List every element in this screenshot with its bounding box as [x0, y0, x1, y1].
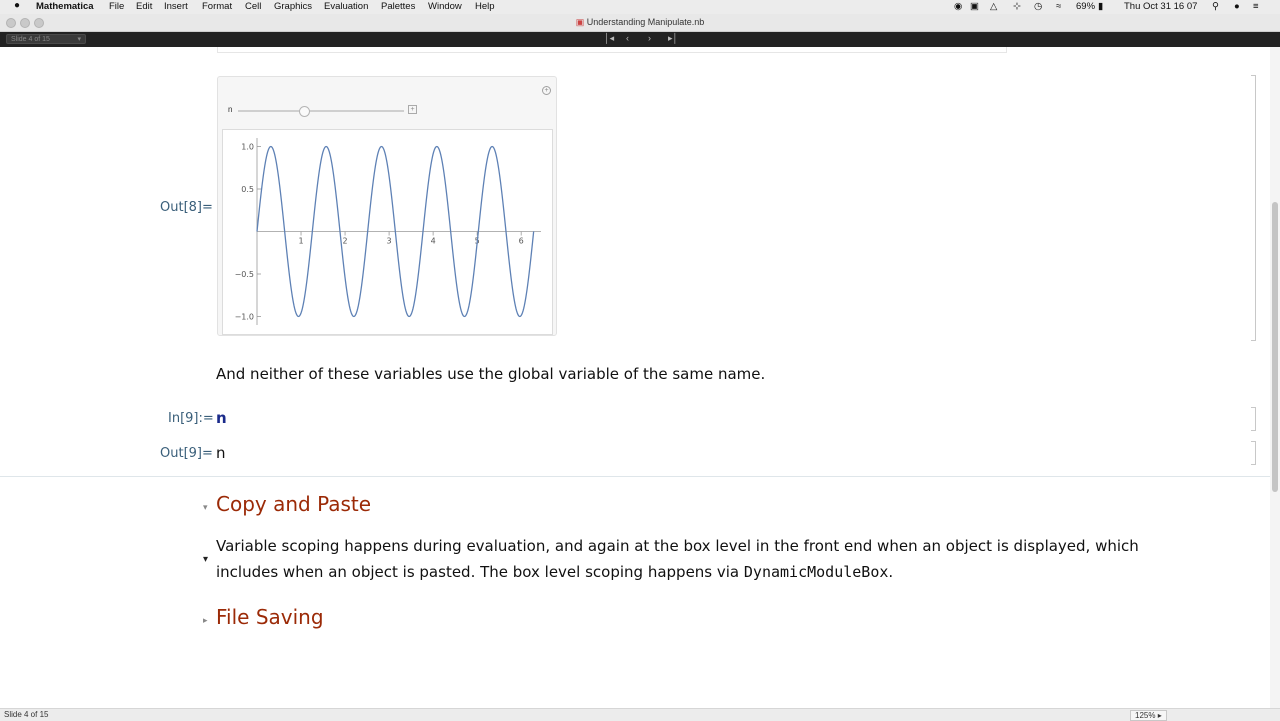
previous-cell-edge — [217, 47, 1007, 53]
app-menu[interactable]: Mathematica — [36, 1, 94, 12]
paragraph-line-2: includes when an object is pasted. The b… — [216, 563, 744, 581]
clock[interactable]: Thu Oct 31 16 07 — [1124, 1, 1197, 12]
section-copy-and-paste[interactable]: Copy and Paste — [216, 492, 371, 516]
section-expand-icon[interactable]: ▸ — [203, 615, 208, 626]
x-tick-label: 2 — [343, 237, 348, 246]
record-icon[interactable]: ◉ — [954, 1, 962, 12]
notification-center-icon[interactable]: ≡ — [1253, 1, 1259, 12]
window-title: ▣ Understanding Manipulate.nb — [0, 17, 1280, 28]
menu-insert[interactable]: Insert — [164, 1, 188, 12]
out9-output: n — [216, 444, 226, 462]
battery-icon[interactable]: ▮ — [1098, 1, 1103, 12]
slide-select[interactable]: Slide 4 of 15 ▾ — [6, 34, 86, 44]
menu-bar: ● Mathematica File Edit Insert Format Ce… — [0, 0, 1280, 14]
window-title-text: Understanding Manipulate.nb — [586, 17, 705, 27]
menu-palettes[interactable]: Palettes — [381, 1, 415, 12]
menu-help[interactable]: Help — [475, 1, 495, 12]
previous-slide-icon[interactable]: ‹ — [626, 33, 629, 43]
bluetooth-icon[interactable]: ⊹ — [1013, 1, 1021, 12]
paragraph-cell: Variable scoping happens during evaluati… — [216, 533, 1139, 585]
out8-label: Out[8]= — [160, 200, 213, 215]
out9-label: Out[9]= — [160, 446, 213, 461]
menu-evaluation[interactable]: Evaluation — [324, 1, 368, 12]
next-slide-icon[interactable]: › — [648, 33, 651, 43]
section-collapse-icon[interactable]: ▾ — [203, 502, 208, 513]
sine-plot: 1 2 3 4 5 61.00.5−0.5−1.0 — [235, 138, 541, 325]
status-bar: Slide 4 of 15 125% ▸ — [0, 708, 1280, 721]
menu-window[interactable]: Window — [428, 1, 462, 12]
y-tick-label: 1.0 — [241, 143, 254, 152]
in9-input[interactable]: n — [216, 409, 227, 427]
paragraph-line-1: Variable scoping happens during evaluati… — [216, 537, 1139, 555]
zoom-value: 125% — [1135, 711, 1156, 720]
section-divider — [0, 476, 1270, 477]
menu-edit[interactable]: Edit — [136, 1, 152, 12]
y-tick-label: −0.5 — [235, 270, 254, 279]
cell-bracket-out9[interactable] — [1251, 441, 1256, 465]
apple-icon[interactable]: ● — [14, 0, 20, 11]
slider-expand-icon[interactable]: + — [408, 105, 417, 114]
plot-area: 1 2 3 4 5 6 1.0 0.5 −0.5 −1.0 — [222, 129, 553, 335]
paragraph-period: . — [888, 563, 894, 581]
menu-graphics[interactable]: Graphics — [274, 1, 312, 12]
vertical-scrollbar[interactable] — [1270, 47, 1280, 708]
zoom-menu[interactable]: 125% ▸ — [1130, 710, 1167, 721]
first-slide-icon[interactable]: │◂ — [604, 33, 614, 44]
menu-format[interactable]: Format — [202, 1, 232, 12]
text-cell-1: And neither of these variables use the g… — [216, 365, 766, 383]
cell-bracket-out8[interactable] — [1251, 75, 1256, 341]
scrollbar-thumb[interactable] — [1272, 202, 1278, 492]
n-slider[interactable] — [238, 106, 404, 117]
cell-bracket-in9[interactable] — [1251, 407, 1256, 431]
slide-select-value: Slide 4 of 15 — [11, 36, 50, 43]
slider-thumb[interactable] — [298, 106, 310, 117]
airplay-icon[interactable]: △ — [990, 1, 997, 12]
chevron-down-icon: ▾ — [77, 36, 81, 43]
slider-variable-label: n — [228, 105, 233, 114]
time-machine-icon[interactable]: ◷ — [1034, 1, 1042, 12]
battery-percent[interactable]: 69% — [1076, 1, 1095, 12]
document-icon: ▣ — [575, 17, 585, 27]
last-slide-icon[interactable]: ▸│ — [668, 33, 678, 44]
section-file-saving[interactable]: File Saving — [216, 605, 324, 629]
spotlight-icon[interactable]: ⚲ — [1212, 1, 1219, 12]
manipulate-output[interactable]: + n + 1 2 3 4 5 6 1.0 0.5 −0.5 −1.0 — [217, 76, 557, 336]
x-tick-label: 1 — [298, 237, 303, 246]
x-tick-label: 3 — [387, 237, 392, 246]
x-tick-label: 4 — [431, 237, 436, 246]
dynamic-module-box-code: DynamicModuleBox — [743, 563, 889, 581]
menu-cell[interactable]: Cell — [245, 1, 261, 12]
status-slide-count: Slide 4 of 15 — [4, 710, 49, 719]
wifi-icon[interactable]: ≈ — [1056, 1, 1061, 12]
y-tick-label: 0.5 — [241, 185, 254, 194]
in9-label: In[9]:= — [168, 411, 214, 426]
y-tick-label: −1.0 — [235, 313, 254, 322]
window-title-bar: ▣ Understanding Manipulate.nb — [0, 14, 1280, 32]
x-tick-label: 6 — [519, 237, 524, 246]
slideshow-toolbar: Slide 4 of 15 ▾ │◂ ‹ › ▸│ — [0, 32, 1280, 47]
screen-icon[interactable]: ▣ — [970, 1, 979, 12]
menu-file[interactable]: File — [109, 1, 124, 12]
add-control-icon[interactable]: + — [542, 86, 551, 95]
mouse-cursor-icon: ▾ — [203, 554, 209, 565]
siri-icon[interactable]: ● — [1234, 1, 1240, 12]
zoom-arrow-icon: ▸ — [1157, 711, 1162, 720]
notebook-area[interactable]: Out[8]= + n + 1 2 3 4 5 6 1.0 0.5 −0.5 −1.0 And n… — [0, 47, 1270, 708]
